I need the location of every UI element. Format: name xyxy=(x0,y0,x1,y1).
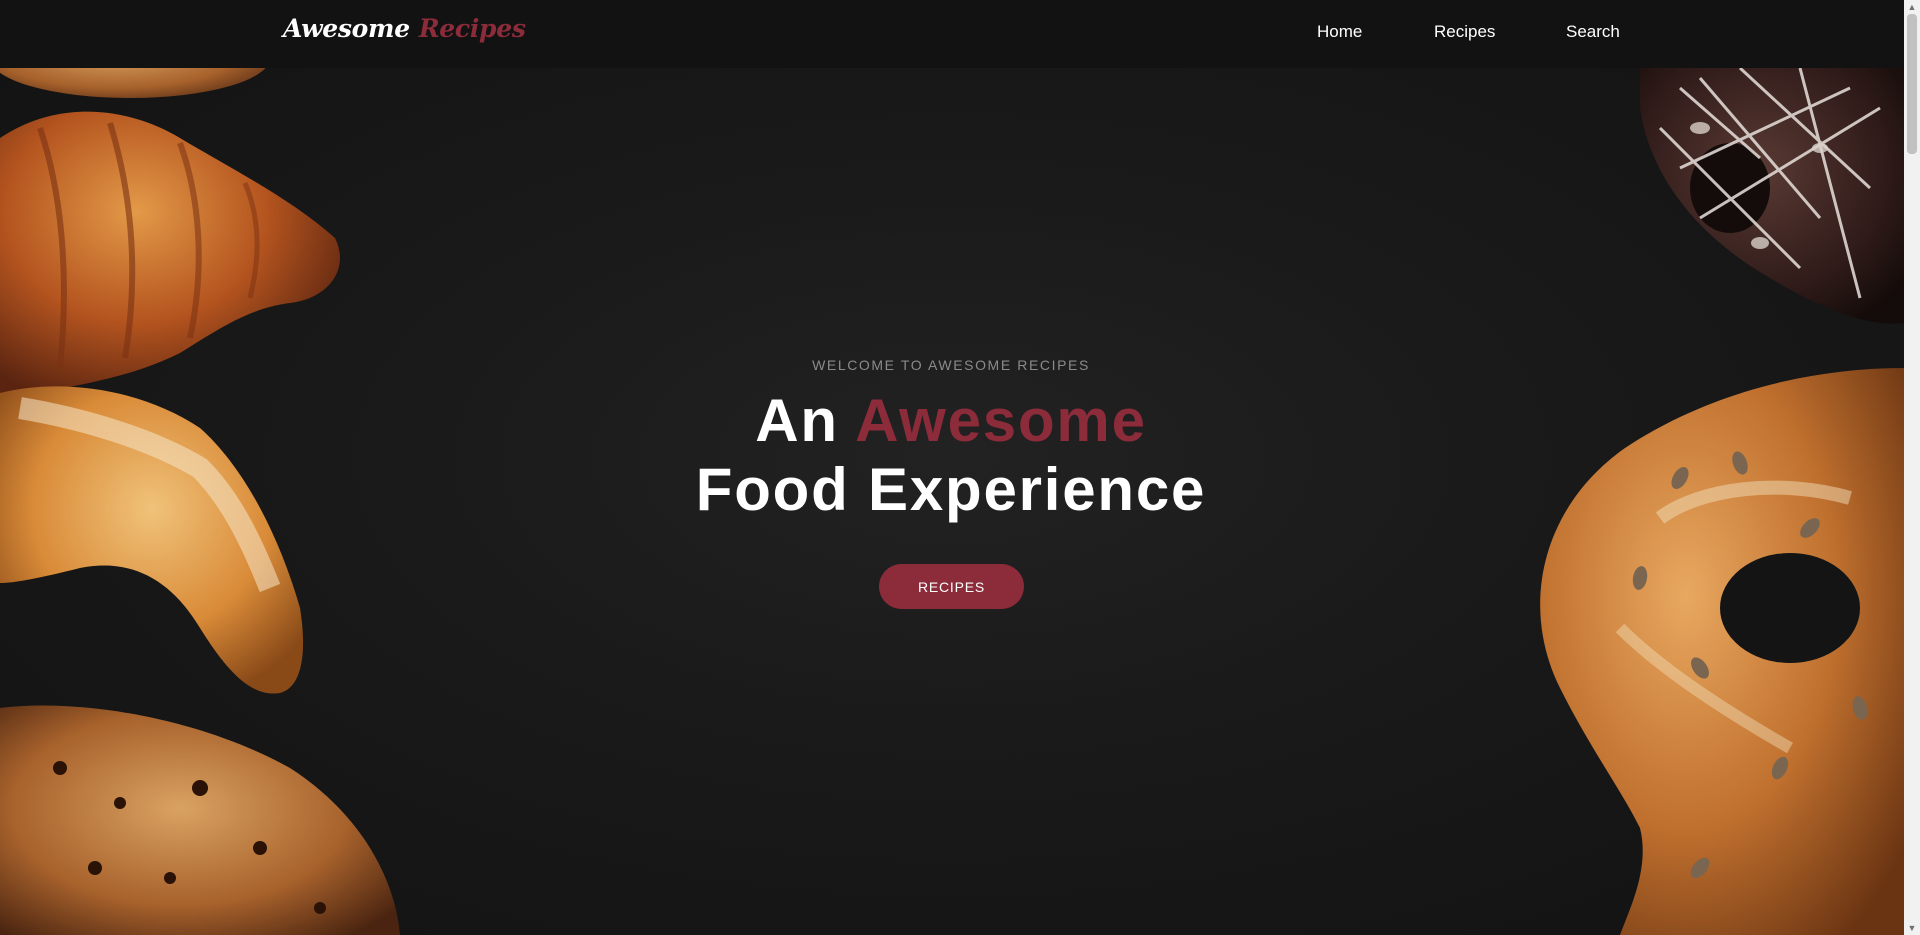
headline-line2: Food Experience xyxy=(695,456,1207,523)
rustic-bread-image xyxy=(0,705,400,935)
recipes-cta-button[interactable]: RECIPES xyxy=(879,564,1024,609)
chocolate-donut-image xyxy=(1640,68,1904,324)
headline-accent: Awesome xyxy=(855,387,1147,454)
brand-logo[interactable]: Awesome Recipes xyxy=(283,14,526,43)
nav-link-recipes[interactable]: Recipes xyxy=(1434,22,1495,42)
hero-kicker: WELCOME TO AWESOME RECIPES xyxy=(812,357,1090,373)
brand-name-primary: Awesome xyxy=(283,14,410,43)
scrollbar-thumb[interactable] xyxy=(1907,14,1917,154)
hero-headline: An Awesome Food Experience xyxy=(0,386,1902,524)
hero-section: WELCOME TO AWESOME RECIPES An Awesome Fo… xyxy=(0,68,1904,935)
down-arrow-icon[interactable]: ▼ xyxy=(1904,921,1920,935)
bread-sliver-image xyxy=(0,68,266,98)
brand-name-accent: Recipes xyxy=(418,14,526,43)
croissant-image xyxy=(0,111,340,399)
nav-link-home[interactable]: Home xyxy=(1317,22,1362,42)
page-scrollbar[interactable]: ▲ ▼ xyxy=(1904,0,1920,935)
up-arrow-icon[interactable]: ▲ xyxy=(1904,0,1920,14)
navbar: Awesome Recipes Home Recipes Search xyxy=(0,0,1904,68)
nav-link-search[interactable]: Search xyxy=(1566,22,1620,42)
headline-prefix: An xyxy=(755,387,839,454)
